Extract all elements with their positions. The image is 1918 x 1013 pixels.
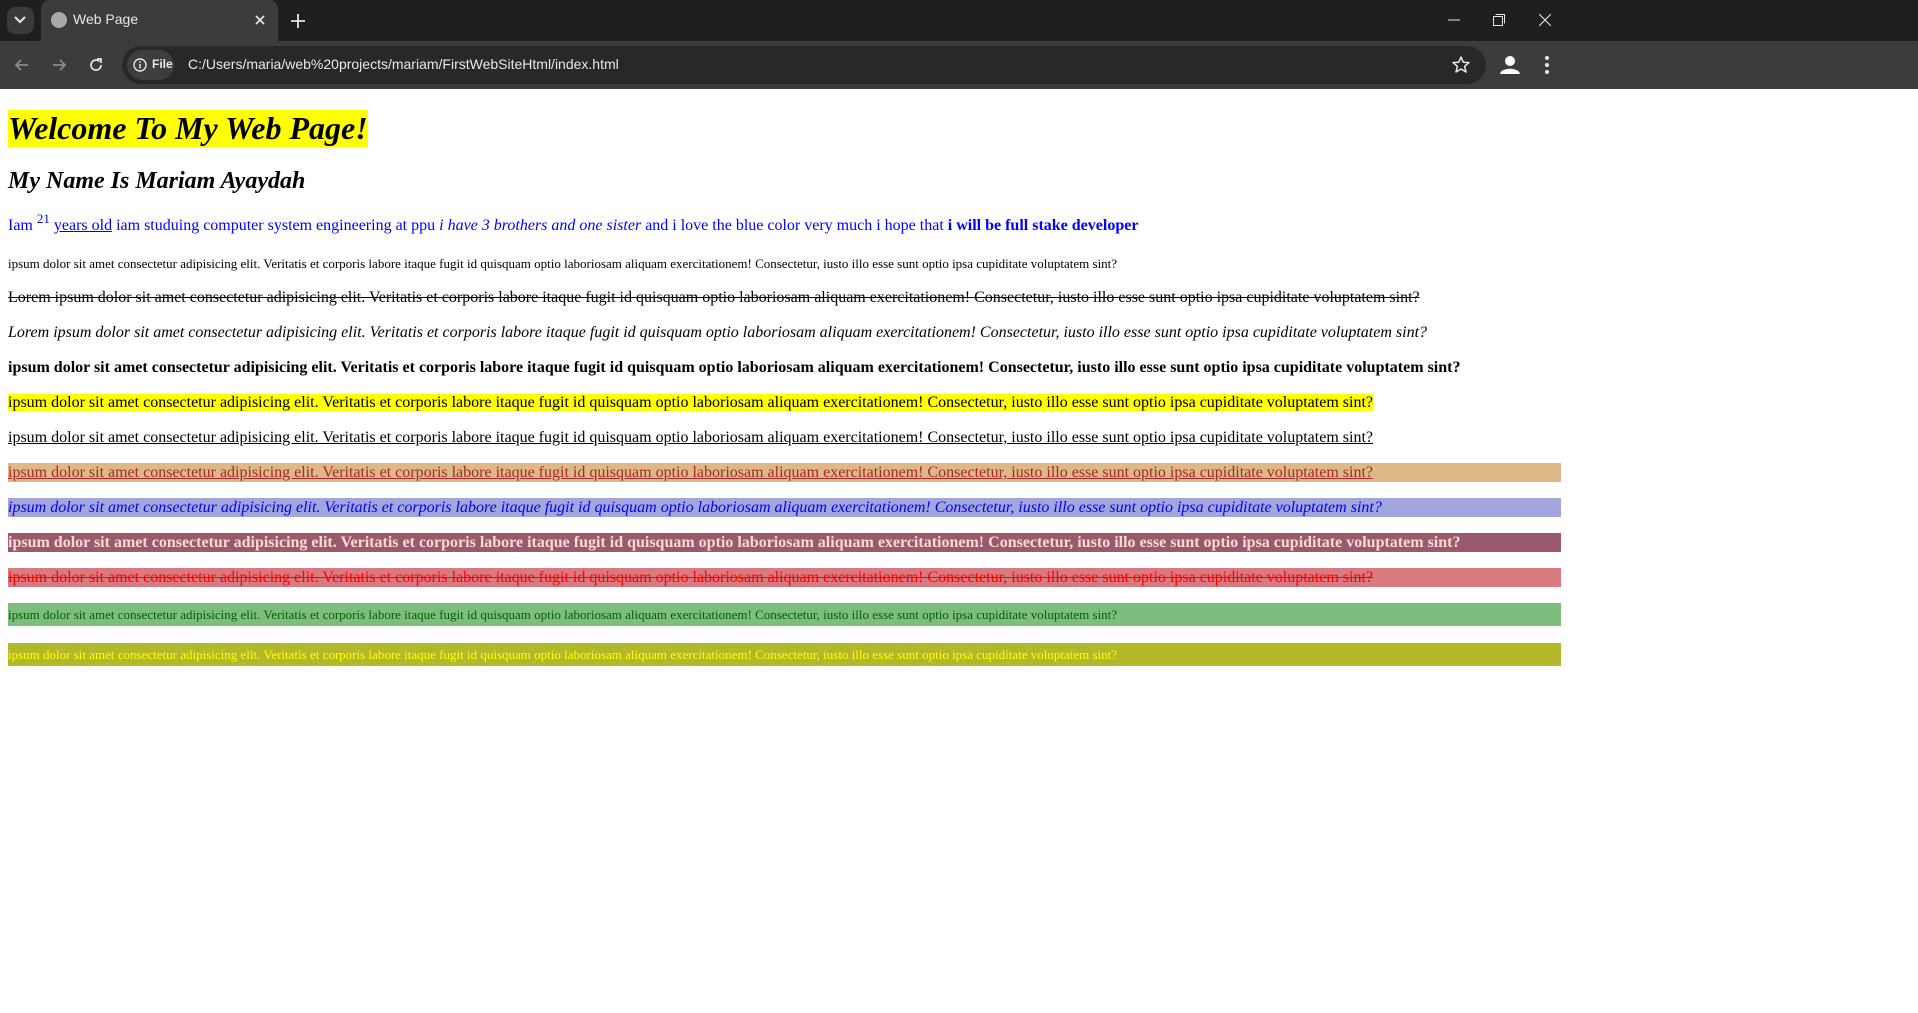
globe-icon (51, 12, 67, 28)
paragraph-mauve-background: ipsum dolor sit amet consectetur adipisi… (8, 533, 1561, 552)
age-superscript: 21 (36, 211, 50, 226)
forward-icon (53, 59, 67, 71)
close-window-button[interactable] (1522, 0, 1568, 41)
paragraph-underlined: ipsum dolor sit amet consectetur adipisi… (8, 429, 1373, 446)
tab-close-button[interactable] (249, 9, 271, 31)
profile-icon[interactable] (1497, 52, 1523, 78)
intro-text-3: and i love the blue color very much i ho… (641, 217, 948, 234)
paragraph-small: ipsum dolor sit amet consectetur adipisi… (8, 256, 1118, 271)
reload-icon (90, 58, 102, 71)
tab-strip: Web Page (0, 0, 1918, 41)
back-icon (14, 59, 28, 71)
site-info-chip[interactable]: File (127, 50, 174, 80)
page-heading: Welcome To My Web Page! (8, 110, 368, 147)
browser-toolbar: File C:/Users/maria/web%20projects/maria… (0, 41, 1918, 89)
url-text[interactable]: C:/Users/maria/web%20projects/mariam/Fir… (188, 56, 619, 72)
years-old-text: years old (53, 217, 113, 234)
paragraph-italic: Lorem ipsum dolor sit amet consectetur a… (8, 324, 1428, 341)
site-chip-label: File (152, 57, 173, 71)
new-tab-button[interactable] (286, 9, 310, 33)
address-bar[interactable]: File C:/Users/maria/web%20projects/maria… (122, 46, 1486, 84)
chevron-down-icon (14, 16, 26, 24)
reload-button[interactable] (82, 51, 110, 79)
tab-title: Web Page (73, 11, 139, 27)
paragraph-rose-background: ipsum dolor sit amet consectetur adipisi… (8, 568, 1561, 587)
star-icon[interactable] (1451, 55, 1471, 75)
close-icon (255, 15, 265, 25)
intro-italic-text: i have 3 brothers and one sister (439, 217, 642, 234)
intro-text-1: Iam (8, 217, 37, 234)
page-content: Welcome To My Web Page! My Name Is Maria… (8, 89, 1561, 666)
info-icon (133, 58, 147, 72)
restore-icon (1493, 14, 1505, 26)
paragraph-highlighted: ipsum dolor sit amet consectetur adipisi… (8, 393, 1561, 412)
paragraph-bold: ipsum dolor sit amet consectetur adipisi… (8, 359, 1461, 376)
minimize-icon (1448, 19, 1460, 21)
forward-button[interactable] (45, 51, 73, 79)
intro-bold-text: i will be full stake developer (947, 217, 1139, 234)
highlighted-text: ipsum dolor sit amet consectetur adipisi… (8, 394, 1373, 411)
intro-paragraph: Iam 21 years old iam studuing computer s… (8, 212, 1561, 236)
paragraph-lavender-background: ipsum dolor sit amet consectetur adipisi… (8, 498, 1561, 517)
close-icon (1539, 14, 1551, 26)
back-button[interactable] (8, 51, 36, 79)
kebab-menu-icon[interactable] (1538, 52, 1556, 78)
plus-icon (291, 14, 305, 28)
minimize-button[interactable] (1431, 0, 1477, 41)
page-subheading: My Name Is Mariam Ayaydah (8, 168, 306, 194)
paragraph-green-background: ipsum dolor sit amet consectetur adipisi… (8, 603, 1561, 626)
paragraph-tan-background: ipsum dolor sit amet consectetur adipisi… (8, 463, 1561, 482)
restore-button[interactable] (1476, 0, 1522, 41)
paragraph-strikethrough: Lorem ipsum dolor sit amet consectetur a… (8, 289, 1420, 306)
tab-web-page[interactable]: Web Page (41, 0, 278, 41)
tab-search-button[interactable] (7, 7, 34, 34)
intro-text-2: iam studuing computer system engineering… (112, 217, 440, 234)
paragraph-olive-background: ipsum dolor sit amet consectetur adipisi… (8, 643, 1561, 666)
